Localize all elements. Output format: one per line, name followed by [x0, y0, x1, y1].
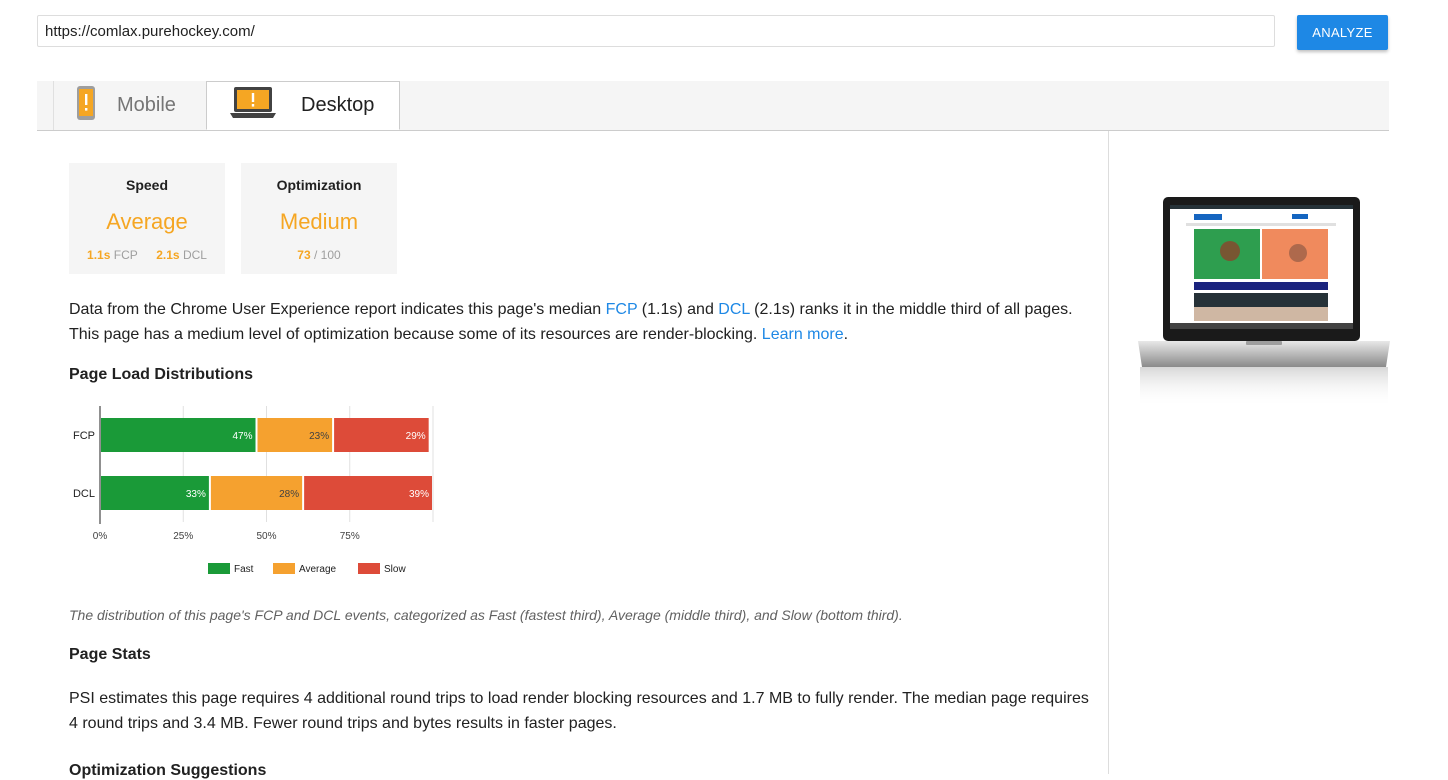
- fcp-link[interactable]: FCP: [606, 301, 638, 318]
- optimization-score: 73 / 100: [241, 248, 397, 262]
- speed-card: Speed Average 1.1s FCP 2.1s DCL: [69, 163, 225, 274]
- optimization-card: Optimization Medium 73 / 100: [241, 163, 397, 274]
- desktop-screenshot-preview: [1138, 195, 1390, 420]
- page-stats-heading: Page Stats: [69, 646, 151, 663]
- tab-desktop-label: Desktop: [301, 94, 375, 116]
- summary-paragraph: Data from the Chrome User Experience rep…: [69, 297, 1099, 347]
- legend-label: Fast: [234, 564, 254, 575]
- summary-text-4: .: [843, 326, 849, 343]
- tab-mobile[interactable]: Mobile: [53, 81, 206, 130]
- bar-value-label: 47%: [232, 431, 252, 442]
- page-stats-text: PSI estimates this page requires 4 addit…: [69, 690, 1089, 732]
- x-tick-label: 50%: [256, 531, 276, 542]
- legend-swatch: [208, 563, 230, 574]
- fcp-value: 1.1s: [87, 248, 111, 262]
- mobile-phone-warning-icon: [77, 85, 95, 126]
- summary-text-2: (1.1s) and: [637, 301, 719, 318]
- bar-value-label: 29%: [406, 431, 426, 442]
- optimization-value: Medium: [279, 209, 359, 234]
- bar-value-label: 33%: [186, 489, 206, 500]
- x-tick-label: 75%: [340, 531, 360, 542]
- dcl-link[interactable]: DCL: [718, 301, 749, 318]
- sidebar-divider: [1108, 131, 1109, 774]
- learn-more-link[interactable]: Learn more: [762, 326, 844, 343]
- category-label: DCL: [73, 488, 95, 500]
- bar-value-label: 39%: [409, 489, 429, 500]
- optimization-title: Optimization: [276, 177, 362, 193]
- x-tick-label: 25%: [173, 531, 193, 542]
- page-load-heading: Page Load Distributions: [69, 366, 254, 383]
- device-tab-bar: Mobile Desktop: [37, 81, 1389, 131]
- dcl-value: 2.1s: [156, 248, 180, 262]
- x-tick-label: 0%: [93, 531, 108, 542]
- summary-text-1: Data from the Chrome User Experience rep…: [69, 301, 606, 318]
- tab-desktop[interactable]: Desktop: [206, 81, 400, 130]
- analyze-button[interactable]: ANALYZE: [1297, 15, 1388, 50]
- speed-metrics: 1.1s FCP 2.1s DCL: [69, 248, 225, 262]
- url-input[interactable]: [37, 15, 1275, 47]
- speed-value: Average: [106, 209, 188, 234]
- legend-label: Average: [299, 564, 337, 575]
- category-label: FCP: [73, 430, 95, 442]
- legend-swatch: [358, 563, 380, 574]
- bar-value-label: 28%: [279, 489, 299, 500]
- optimization-score-value: 73: [297, 248, 311, 262]
- bar-value-label: 23%: [309, 431, 329, 442]
- tab-mobile-label: Mobile: [117, 94, 176, 116]
- legend-label: Slow: [384, 564, 406, 575]
- laptop-warning-icon: [230, 86, 276, 125]
- optimization-score-suffix: / 100: [314, 248, 341, 262]
- optimization-suggestions-heading: Optimization Suggestions: [69, 762, 267, 779]
- legend-swatch: [273, 563, 295, 574]
- page-load-chart: 0% 25% 50% 75% FCP 47% 23% 29% DCL 33% 28% 39% Fast A…: [73, 406, 434, 575]
- speed-title: Speed: [125, 177, 168, 193]
- fcp-label: FCP: [113, 248, 138, 262]
- chart-caption: The distribution of this page's FCP and …: [69, 607, 903, 623]
- dcl-label: DCL: [182, 248, 207, 262]
